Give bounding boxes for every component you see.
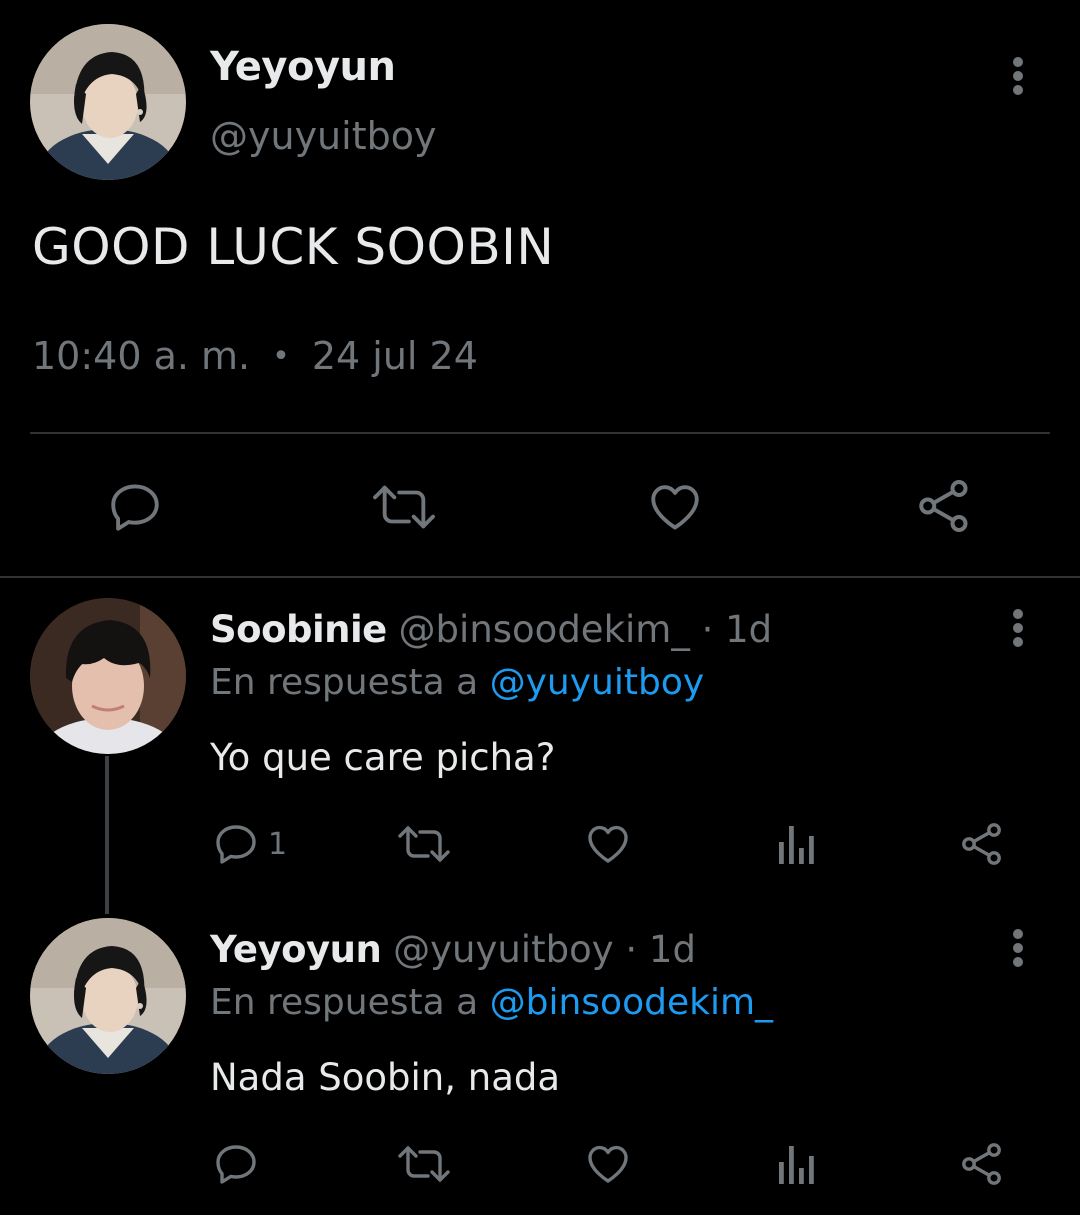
tweet-date: 24 jul 24 [311,334,478,378]
retweet-icon [398,1146,450,1182]
share-button[interactable] [958,820,1006,868]
user-handle[interactable]: @binsoodekim_ [399,608,690,651]
reply-context: En respuesta a @binsoodekim_ [210,982,773,1023]
avatar[interactable] [30,24,186,180]
like-icon [588,1145,628,1183]
like-button[interactable] [584,1140,632,1188]
reply-button[interactable] [106,478,164,536]
divider [30,432,1050,434]
retweet-button[interactable] [370,478,438,536]
thread-connector-line [105,756,109,914]
tweet-text: Yo que care picha? [210,736,556,779]
views-icon [779,826,814,864]
avatar-photo [30,24,186,180]
reply-count: 1 [268,826,288,862]
more-vertical-icon[interactable] [998,52,1038,100]
retweet-icon [398,826,450,862]
reply-context: En respuesta a @yuyuitboy [210,662,704,703]
like-icon [588,825,628,863]
avatar-photo [30,598,186,754]
tweet-time: 10:40 a. m. [32,334,251,378]
share-icon [962,823,1001,865]
share-button[interactable] [914,476,974,536]
avatar[interactable] [30,598,186,754]
like-button[interactable] [584,820,632,868]
reply-button[interactable] [212,1140,260,1188]
retweet-button[interactable] [396,820,452,868]
tweet-timestamp[interactable]: 10:40 a. m. • 24 jul 24 [32,334,478,378]
divider [0,576,1080,578]
more-vertical-icon[interactable] [998,924,1038,972]
reply-icon [216,825,256,864]
retweet-icon [373,485,435,529]
meta-separator: • [272,338,290,374]
mention-link[interactable]: @yuyuitboy [490,662,705,703]
reply-icon [111,484,159,531]
user-handle[interactable]: @yuyuitboy [393,928,614,971]
mention-link[interactable]: @binsoodekim_ [490,982,773,1023]
reply-button[interactable]: 1 [212,820,287,868]
display-name[interactable]: Soobinie [210,608,387,651]
share-button[interactable] [958,1140,1006,1188]
avatar-photo [30,918,186,1074]
tweet-text: Nada Soobin, nada [210,1056,561,1099]
more-vertical-icon[interactable] [998,604,1038,652]
meta-separator: · [625,928,638,971]
tweet-age[interactable]: 1d [649,928,696,971]
views-button[interactable] [776,1142,818,1186]
share-icon [919,480,968,532]
avatar[interactable] [30,918,186,1074]
reply-icon [216,1145,256,1184]
reply-header[interactable]: Soobinie @binsoodekim_ · 1d [210,608,772,651]
retweet-button[interactable] [396,1140,452,1188]
like-icon [651,485,699,530]
display-name[interactable]: Yeyoyun [210,928,382,971]
display-name[interactable]: Yeyoyun [210,44,396,90]
views-icon [779,1146,814,1184]
meta-separator: · [701,608,714,651]
user-handle[interactable]: @yuyuitboy [210,114,436,158]
tweet-age[interactable]: 1d [725,608,772,651]
tweet-text: GOOD LUCK SOOBIN [32,218,555,276]
reply-prefix: En respuesta a [210,662,479,703]
reply-prefix: En respuesta a [210,982,479,1023]
like-button[interactable] [646,478,704,536]
share-icon [962,1143,1001,1185]
views-button[interactable] [776,822,818,866]
reply-header[interactable]: Yeyoyun @yuyuitboy · 1d [210,928,696,971]
